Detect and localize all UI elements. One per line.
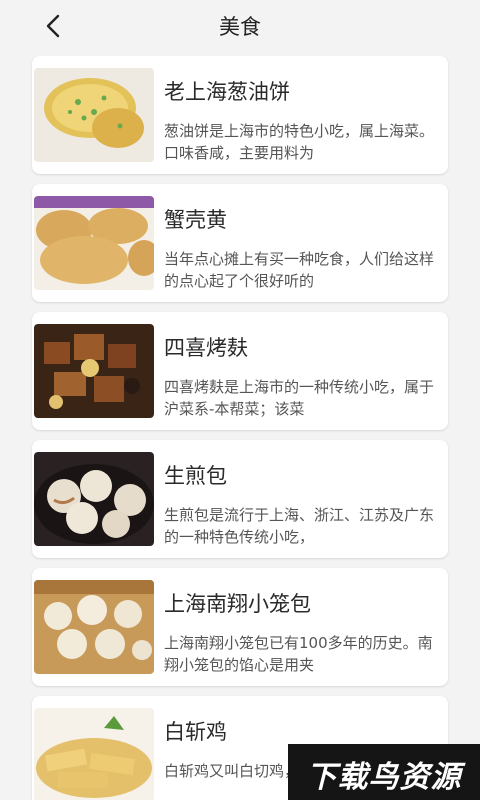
food-name: 蟹壳黄: [164, 208, 227, 232]
app-header: 美食: [0, 0, 480, 52]
food-card-braised-gluten[interactable]: 四喜烤麸 四喜烤麸是上海市的一种传统小吃，属于沪菜系-本帮菜；该菜: [32, 312, 448, 430]
food-card-xiaolongbao[interactable]: 上海南翔小笼包 上海南翔小笼包已有100多年的历史。南翔小笼包的馅心是用夹: [32, 568, 448, 686]
watermark-logo: 下载鸟资源: [288, 744, 480, 800]
page-title: 美食: [219, 15, 261, 39]
food-image: [34, 324, 154, 418]
food-description: 当年点心摊上有买一种吃食，人们给这样的点心起了个很好听的: [164, 250, 435, 290]
food-image: [34, 708, 154, 800]
food-name: 老上海葱油饼: [164, 80, 290, 104]
food-description: 葱油饼是上海市的特色小吃，属上海菜。口味香咸，主要用料为: [164, 122, 435, 162]
food-name: 上海南翔小笼包: [164, 592, 311, 616]
food-card-scallion-pancake[interactable]: 老上海葱油饼 葱油饼是上海市的特色小吃，属上海菜。口味香咸，主要用料为: [32, 56, 448, 174]
food-image: [34, 196, 154, 290]
food-description: 生煎包是流行于上海、浙江、江苏及广东的一种特色传统小吃，: [164, 506, 435, 546]
watermark-text: 下载鸟资源: [306, 760, 462, 795]
food-image: [34, 452, 154, 546]
food-name: 白斩鸡: [164, 720, 227, 744]
food-description: 上海南翔小笼包已有100多年的历史。南翔小笼包的馅心是用夹: [164, 634, 433, 674]
food-list: 老上海葱油饼 葱油饼是上海市的特色小吃，属上海菜。口味香咸，主要用料为 蟹壳黄 …: [32, 56, 448, 800]
food-card-pan-fried-bun[interactable]: 生煎包 生煎包是流行于上海、浙江、江苏及广东的一种特色传统小吃，: [32, 440, 448, 558]
food-description: 四喜烤麸是上海市的一种传统小吃，属于沪菜系-本帮菜；该菜: [164, 378, 435, 418]
food-image: [34, 580, 154, 674]
food-image: [34, 68, 154, 162]
food-name: 生煎包: [164, 464, 227, 488]
food-name: 四喜烤麸: [164, 336, 248, 360]
food-card-crab-shell-cake[interactable]: 蟹壳黄 当年点心摊上有买一种吃食，人们给这样的点心起了个很好听的: [32, 184, 448, 302]
